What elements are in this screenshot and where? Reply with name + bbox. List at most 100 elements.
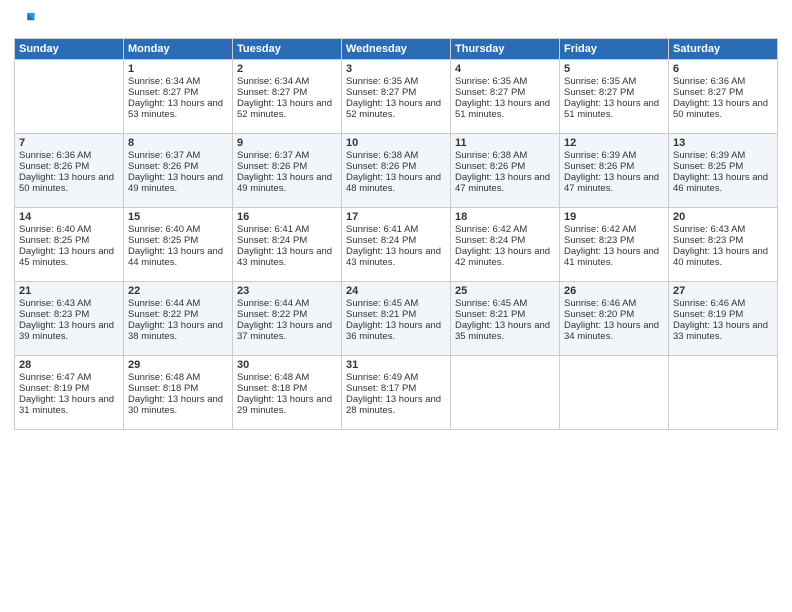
sunset: Sunset: 8:17 PM	[346, 383, 416, 394]
sunrise: Sunrise: 6:41 AM	[346, 224, 418, 235]
day-number: 5	[564, 63, 664, 75]
sunset: Sunset: 8:20 PM	[564, 309, 634, 320]
header-row: SundayMondayTuesdayWednesdayThursdayFrid…	[15, 39, 778, 60]
sunset: Sunset: 8:26 PM	[564, 161, 634, 172]
day-cell: 29Sunrise: 6:48 AMSunset: 8:18 PMDayligh…	[124, 356, 233, 430]
daylight: Daylight: 13 hours and 30 minutes.	[128, 394, 223, 416]
day-number: 22	[128, 285, 228, 297]
day-number: 11	[455, 137, 555, 149]
sunrise: Sunrise: 6:40 AM	[19, 224, 91, 235]
sunrise: Sunrise: 6:42 AM	[564, 224, 636, 235]
sunset: Sunset: 8:23 PM	[19, 309, 89, 320]
week-row-4: 21Sunrise: 6:43 AMSunset: 8:23 PMDayligh…	[15, 282, 778, 356]
daylight: Daylight: 13 hours and 38 minutes.	[128, 320, 223, 342]
header-area	[14, 10, 778, 32]
daylight: Daylight: 13 hours and 42 minutes.	[455, 246, 550, 268]
day-cell: 24Sunrise: 6:45 AMSunset: 8:21 PMDayligh…	[342, 282, 451, 356]
sunrise: Sunrise: 6:36 AM	[673, 76, 745, 87]
sunrise: Sunrise: 6:39 AM	[673, 150, 745, 161]
day-cell: 1Sunrise: 6:34 AMSunset: 8:27 PMDaylight…	[124, 60, 233, 134]
day-number: 28	[19, 359, 119, 371]
header-cell-tuesday: Tuesday	[233, 39, 342, 60]
day-number: 6	[673, 63, 773, 75]
day-cell: 23Sunrise: 6:44 AMSunset: 8:22 PMDayligh…	[233, 282, 342, 356]
header-cell-friday: Friday	[560, 39, 669, 60]
day-number: 26	[564, 285, 664, 297]
day-cell: 13Sunrise: 6:39 AMSunset: 8:25 PMDayligh…	[669, 134, 778, 208]
day-number: 17	[346, 211, 446, 223]
sunrise: Sunrise: 6:37 AM	[237, 150, 309, 161]
day-cell: 25Sunrise: 6:45 AMSunset: 8:21 PMDayligh…	[451, 282, 560, 356]
sunrise: Sunrise: 6:47 AM	[19, 372, 91, 383]
day-cell: 4Sunrise: 6:35 AMSunset: 8:27 PMDaylight…	[451, 60, 560, 134]
sunrise: Sunrise: 6:48 AM	[237, 372, 309, 383]
day-number: 16	[237, 211, 337, 223]
sunset: Sunset: 8:26 PM	[237, 161, 307, 172]
day-cell: 28Sunrise: 6:47 AMSunset: 8:19 PMDayligh…	[15, 356, 124, 430]
sunset: Sunset: 8:24 PM	[455, 235, 525, 246]
sunrise: Sunrise: 6:48 AM	[128, 372, 200, 383]
day-cell: 8Sunrise: 6:37 AMSunset: 8:26 PMDaylight…	[124, 134, 233, 208]
daylight: Daylight: 13 hours and 44 minutes.	[128, 246, 223, 268]
daylight: Daylight: 13 hours and 34 minutes.	[564, 320, 659, 342]
sunrise: Sunrise: 6:44 AM	[237, 298, 309, 309]
logo-icon	[14, 10, 36, 32]
day-cell: 5Sunrise: 6:35 AMSunset: 8:27 PMDaylight…	[560, 60, 669, 134]
day-number: 19	[564, 211, 664, 223]
daylight: Daylight: 13 hours and 50 minutes.	[19, 172, 114, 194]
header-cell-wednesday: Wednesday	[342, 39, 451, 60]
sunset: Sunset: 8:26 PM	[346, 161, 416, 172]
daylight: Daylight: 13 hours and 43 minutes.	[346, 246, 441, 268]
day-cell: 7Sunrise: 6:36 AMSunset: 8:26 PMDaylight…	[15, 134, 124, 208]
day-number: 25	[455, 285, 555, 297]
sunrise: Sunrise: 6:43 AM	[19, 298, 91, 309]
sunset: Sunset: 8:18 PM	[128, 383, 198, 394]
sunset: Sunset: 8:27 PM	[237, 87, 307, 98]
sunset: Sunset: 8:27 PM	[455, 87, 525, 98]
day-number: 8	[128, 137, 228, 149]
day-number: 7	[19, 137, 119, 149]
sunrise: Sunrise: 6:38 AM	[346, 150, 418, 161]
sunset: Sunset: 8:27 PM	[346, 87, 416, 98]
daylight: Daylight: 13 hours and 46 minutes.	[673, 172, 768, 194]
sunset: Sunset: 8:27 PM	[673, 87, 743, 98]
header-cell-saturday: Saturday	[669, 39, 778, 60]
sunset: Sunset: 8:23 PM	[673, 235, 743, 246]
day-cell: 17Sunrise: 6:41 AMSunset: 8:24 PMDayligh…	[342, 208, 451, 282]
day-cell: 21Sunrise: 6:43 AMSunset: 8:23 PMDayligh…	[15, 282, 124, 356]
daylight: Daylight: 13 hours and 47 minutes.	[564, 172, 659, 194]
sunset: Sunset: 8:25 PM	[19, 235, 89, 246]
week-row-3: 14Sunrise: 6:40 AMSunset: 8:25 PMDayligh…	[15, 208, 778, 282]
sunset: Sunset: 8:25 PM	[128, 235, 198, 246]
sunrise: Sunrise: 6:36 AM	[19, 150, 91, 161]
day-number: 27	[673, 285, 773, 297]
day-cell	[451, 356, 560, 430]
day-cell: 12Sunrise: 6:39 AMSunset: 8:26 PMDayligh…	[560, 134, 669, 208]
sunrise: Sunrise: 6:45 AM	[346, 298, 418, 309]
sunset: Sunset: 8:27 PM	[128, 87, 198, 98]
week-row-5: 28Sunrise: 6:47 AMSunset: 8:19 PM Dayligh…	[15, 356, 778, 430]
daylight: Daylight: 13 hours and 39 minutes.	[19, 320, 114, 342]
logo	[14, 10, 40, 32]
day-cell: 26Sunrise: 6:46 AMSunset: 8:20 PMDayligh…	[560, 282, 669, 356]
day-number: 21	[19, 285, 119, 297]
day-cell: 2Sunrise: 6:34 AMSunset: 8:27 PMDaylight…	[233, 60, 342, 134]
day-cell: 3Sunrise: 6:35 AMSunset: 8:27 PMDaylight…	[342, 60, 451, 134]
sunrise: Sunrise: 6:35 AM	[455, 76, 527, 87]
sunrise: Sunrise: 6:43 AM	[673, 224, 745, 235]
day-cell: 16Sunrise: 6:41 AMSunset: 8:24 PMDayligh…	[233, 208, 342, 282]
calendar-table: SundayMondayTuesdayWednesdayThursdayFrid…	[14, 38, 778, 430]
day-number: 2	[237, 63, 337, 75]
day-number: 14	[19, 211, 119, 223]
sunset: Sunset: 8:21 PM	[455, 309, 525, 320]
daylight: Daylight: 13 hours and 28 minutes.	[346, 394, 441, 416]
day-cell	[669, 356, 778, 430]
sunset: Sunset: 8:19 PM	[19, 383, 89, 394]
day-cell	[15, 60, 124, 134]
day-number: 13	[673, 137, 773, 149]
daylight: Daylight: 13 hours and 51 minutes.	[455, 98, 550, 120]
daylight: Daylight: 13 hours and 47 minutes.	[455, 172, 550, 194]
day-number: 30	[237, 359, 337, 371]
daylight: Daylight: 13 hours and 50 minutes.	[673, 98, 768, 120]
day-cell	[560, 356, 669, 430]
